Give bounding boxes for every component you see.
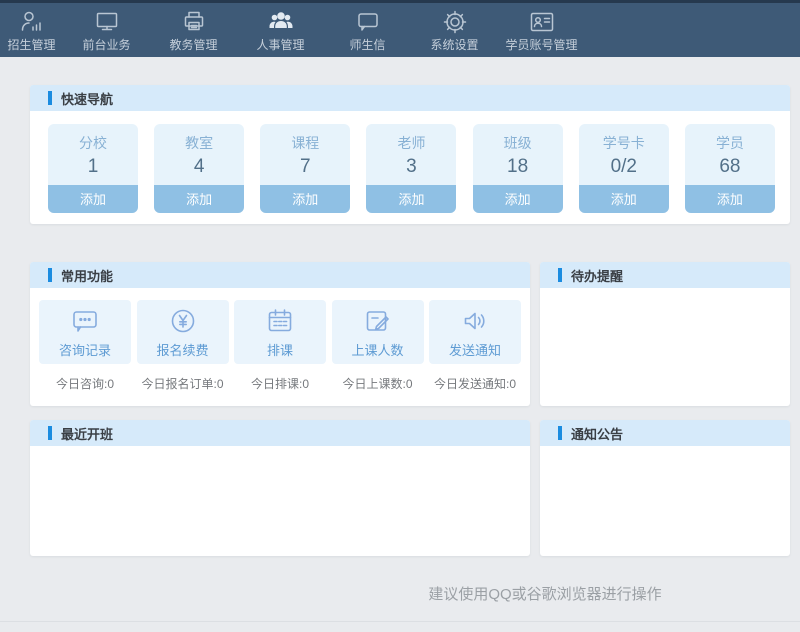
card-value: 68 [685,153,775,185]
add-button[interactable]: 添加 [260,185,350,213]
calendar-icon [265,306,295,336]
add-button[interactable]: 添加 [685,185,775,213]
quick-card-teacher: 老师 3 添加 [366,124,456,213]
chat-bubble-icon [355,9,381,35]
printer-icon [181,9,207,35]
chat-dots-icon [70,306,100,336]
nav-item-label: 招生管理 [7,39,55,52]
add-button[interactable]: 添加 [473,185,563,213]
stat-enrollment-orders-today: 今日报名订单:0 [137,375,229,392]
func-class-attendance[interactable]: 上课人数 [332,300,424,364]
func-enrollment-renewal[interactable]: 报名续费 [137,300,229,364]
common-functions-body: 咨询记录 报名续费 [30,288,530,406]
nav-item-enrollment[interactable]: 招生管理 [0,3,63,52]
edit-list-icon [363,306,393,336]
nav-item-label: 师生信 [349,39,385,52]
quick-card-classroom: 教室 4 添加 [154,124,244,213]
accent-bar [558,426,562,440]
func-schedule-classes[interactable]: 排课 [234,300,326,364]
card-value: 0/2 [579,153,669,185]
notices-empty-body [540,446,790,556]
person-chart-icon [19,9,45,35]
panel-common-functions: 常用功能 咨询记录 [30,262,530,406]
monitor-icon [94,9,120,35]
nav-item-label: 学员账号管理 [505,39,577,52]
panel-title: 快速导航 [61,89,113,108]
accent-bar [558,268,562,282]
panel-notices-header: 通知公告 [540,420,790,446]
add-button[interactable]: 添加 [154,185,244,213]
card-value: 7 [260,153,350,185]
add-button[interactable]: 添加 [48,185,138,213]
gear-icon [442,9,468,35]
add-button[interactable]: 添加 [579,185,669,213]
func-label: 排课 [267,340,293,359]
quick-card-student: 学员 68 添加 [685,124,775,213]
top-navigation-bar: 招生管理 前台业务 教务管理 [0,0,800,57]
stat-consultations-today: 今日咨询:0 [39,375,131,392]
panel-title: 最近开班 [61,424,113,443]
panel-title: 常用功能 [61,266,113,285]
quick-card-class: 班级 18 添加 [473,124,563,213]
nav-item-academic[interactable]: 教务管理 [150,3,237,52]
quick-card-course: 课程 7 添加 [260,124,350,213]
stat-notifications-today: 今日发送通知:0 [429,375,521,392]
accent-bar [48,91,52,105]
quick-nav-cards: 分校 1 添加 教室 4 添加 课程 7 添加 老师 3 添加 班级 1 [30,111,790,224]
recent-classes-empty-body [30,446,530,556]
stat-scheduled-today: 今日排课:0 [234,375,326,392]
panel-todo-reminders: 待办提醒 [540,262,790,406]
panel-title: 通知公告 [571,424,623,443]
panel-quick-nav-header: 快速导航 [30,85,790,111]
card-label: 学号卡 [579,124,669,153]
nav-item-front-desk[interactable]: 前台业务 [63,3,150,52]
func-send-notification[interactable]: 发送通知 [429,300,521,364]
card-label: 班级 [473,124,563,153]
card-label: 老师 [366,124,456,153]
card-label: 分校 [48,124,138,153]
panel-recent-classes-header: 最近开班 [30,420,530,446]
quick-card-student-id-card: 学号卡 0/2 添加 [579,124,669,213]
id-card-icon [529,9,555,35]
nav-item-system-settings[interactable]: 系统设置 [411,3,498,52]
browser-recommendation-note: 建议使用QQ或谷歌浏览器进行操作 [30,583,790,604]
nav-item-hr[interactable]: 人事管理 [237,3,324,52]
func-label: 咨询记录 [59,340,111,359]
nav-item-teacher-student-message[interactable]: 师生信 [324,3,411,52]
panel-title: 待办提醒 [571,266,623,285]
people-icon [268,9,294,35]
nav-item-label: 系统设置 [430,39,478,52]
nav-item-student-accounts[interactable]: 学员账号管理 [498,3,585,52]
accent-bar [48,426,52,440]
todo-reminders-empty-body [540,288,790,396]
panel-todo-reminders-header: 待办提醒 [540,262,790,288]
card-label: 教室 [154,124,244,153]
func-label: 上课人数 [351,340,403,359]
panel-quick-nav: 快速导航 分校 1 添加 教室 4 添加 课程 7 添加 老师 3 添加 [30,85,790,224]
stat-classes-today: 今日上课数:0 [332,375,424,392]
panel-common-functions-header: 常用功能 [30,262,530,288]
card-label: 课程 [260,124,350,153]
speaker-icon [460,306,490,336]
add-button[interactable]: 添加 [366,185,456,213]
yen-circle-icon [168,306,198,336]
card-value: 1 [48,153,138,185]
card-value: 18 [473,153,563,185]
accent-bar [48,268,52,282]
quick-card-branch-school: 分校 1 添加 [48,124,138,213]
card-value: 4 [154,153,244,185]
nav-item-label: 前台业务 [82,39,130,52]
nav-item-label: 人事管理 [256,39,304,52]
panel-recent-classes: 最近开班 [30,420,530,556]
main-content: 快速导航 分校 1 添加 教室 4 添加 课程 7 添加 老师 3 添加 [30,85,790,604]
nav-item-label: 教务管理 [169,39,217,52]
func-consult-records[interactable]: 咨询记录 [39,300,131,364]
card-value: 3 [366,153,456,185]
func-label: 发送通知 [449,340,501,359]
bottom-divider [0,621,800,622]
panel-notices: 通知公告 [540,420,790,556]
func-label: 报名续费 [156,340,208,359]
card-label: 学员 [685,124,775,153]
